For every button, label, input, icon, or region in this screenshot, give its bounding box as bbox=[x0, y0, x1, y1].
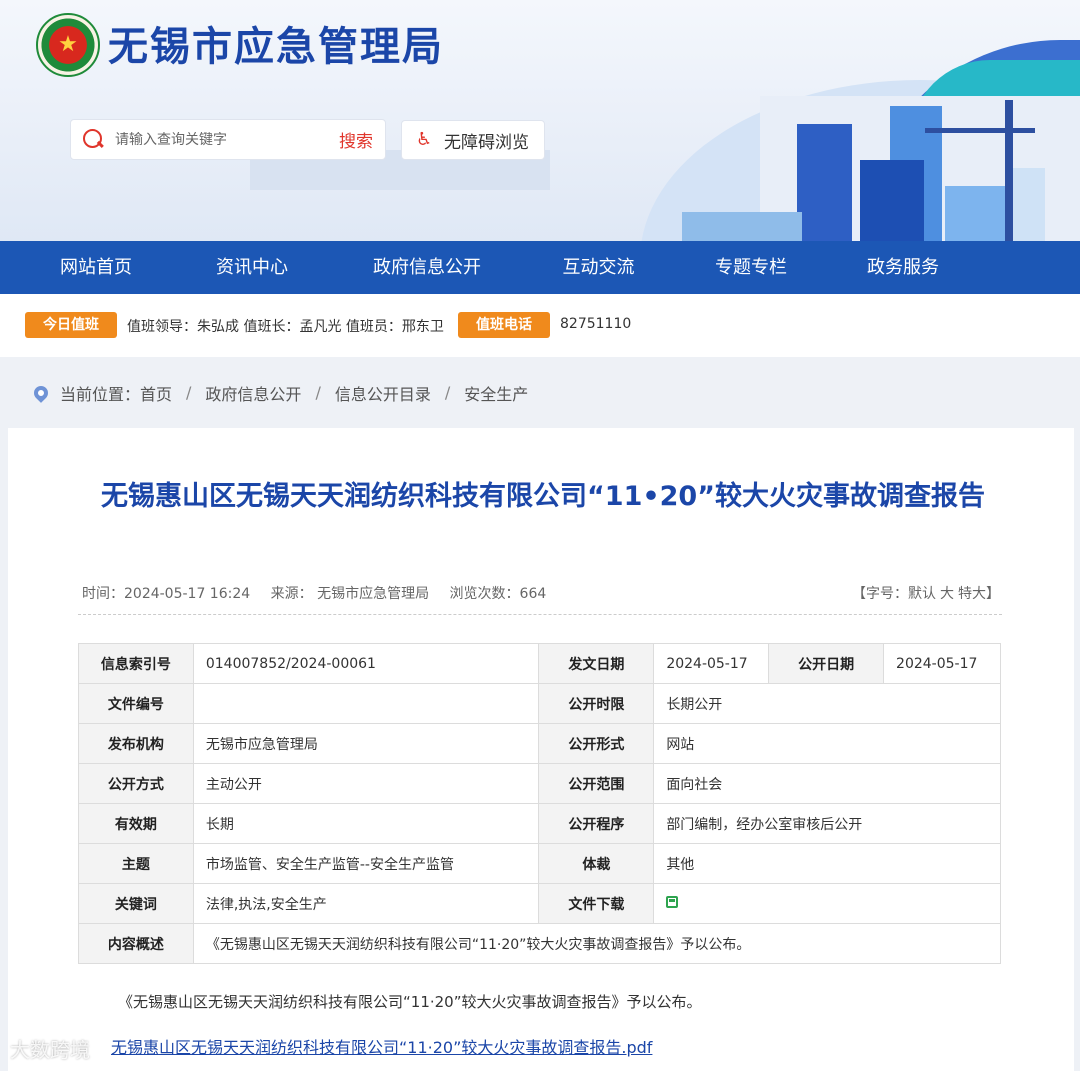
breadcrumb-catalog[interactable]: 信息公开目录 bbox=[335, 381, 431, 405]
table-key: 公开时限 bbox=[538, 683, 655, 724]
table-value: 主动公开 bbox=[192, 763, 540, 804]
table-row: 信息索引号 014007852/2024-00061 发文日期 2024-05-… bbox=[78, 643, 1001, 684]
crane-illustration bbox=[1005, 100, 1013, 241]
font-size-prefix: 【字号： bbox=[852, 586, 908, 602]
breadcrumb-separator: / bbox=[315, 383, 321, 402]
download-icon[interactable] bbox=[666, 895, 679, 908]
article-card: 无锡惠山区无锡天天润纺织科技有限公司“11•20”较大火灾事故调查报告 时间：2… bbox=[8, 428, 1074, 1071]
table-value: 无锡市应急管理局 bbox=[192, 723, 540, 764]
breadcrumb-safety[interactable]: 安全生产 bbox=[464, 381, 528, 405]
search-box: 搜索 bbox=[70, 119, 386, 160]
font-size-switcher: 【字号：默认大特大】 bbox=[852, 583, 1000, 603]
table-value bbox=[192, 683, 540, 724]
table-key: 发布机构 bbox=[78, 723, 194, 764]
accessibility-label: 无障碍浏览 bbox=[444, 132, 529, 153]
table-value: 014007852/2024-00061 bbox=[192, 643, 540, 684]
header-banner: ★ 无锡市应急管理局 搜索 ♿ 无障碍浏览 bbox=[0, 0, 1080, 241]
table-row: 关键词 法律,执法,安全生产 文件下载 bbox=[78, 883, 1001, 924]
search-input[interactable] bbox=[115, 131, 325, 148]
info-table: 信息索引号 014007852/2024-00061 发文日期 2024-05-… bbox=[78, 643, 1002, 964]
nav-item-news[interactable]: 资讯中心 bbox=[192, 241, 312, 294]
table-value: 长期 bbox=[192, 803, 540, 844]
search-icon bbox=[83, 128, 105, 151]
duty-phone: 82751110 bbox=[560, 316, 632, 332]
nav-item-home[interactable]: 网站首页 bbox=[0, 241, 192, 294]
table-key: 有效期 bbox=[78, 803, 194, 844]
accessibility-button[interactable]: ♿ 无障碍浏览 bbox=[401, 120, 545, 160]
publish-time: 时间：2024-05-17 16:24 bbox=[82, 586, 251, 602]
table-key: 公开方式 bbox=[78, 763, 194, 804]
table-key: 文件下载 bbox=[538, 883, 655, 924]
table-key: 公开程序 bbox=[538, 803, 655, 844]
table-key: 信息索引号 bbox=[78, 643, 194, 684]
attachment-link[interactable]: 无锡惠山区无锡天天润纺织科技有限公司“11·20”较大火灾事故调查报告.pdf bbox=[111, 1034, 652, 1058]
main-nav: 网站首页 资讯中心 政府信息公开 互动交流 专题专栏 政务服务 bbox=[0, 241, 1080, 294]
breadcrumb-separator: / bbox=[444, 383, 451, 402]
today-duty-text: 值班领导：朱弘成 值班长：孟凡光 值班员：邢东卫 bbox=[127, 319, 444, 335]
nav-item-topics[interactable]: 专题专栏 bbox=[655, 241, 847, 294]
table-key: 公开日期 bbox=[768, 643, 885, 684]
table-value: 面向社会 bbox=[653, 763, 1001, 804]
breadcrumb-gov-info[interactable]: 政府信息公开 bbox=[205, 381, 301, 405]
table-row: 主题 市场监管、安全生产监管--安全生产监管 体裁 其他 bbox=[78, 843, 1001, 884]
search-button[interactable]: 搜索 bbox=[339, 127, 373, 152]
table-value: 其他 bbox=[653, 843, 1001, 884]
font-size-default[interactable]: 默认 bbox=[908, 586, 936, 602]
table-row: 有效期 长期 公开程序 部门编制，经办公室审核后公开 bbox=[78, 803, 1001, 844]
table-row: 发布机构 无锡市应急管理局 公开形式 网站 bbox=[78, 723, 1001, 764]
today-duty-tag: 今日值班 bbox=[25, 312, 117, 338]
table-key: 内容概述 bbox=[78, 923, 194, 964]
nav-item-services[interactable]: 政务服务 bbox=[847, 241, 959, 294]
table-key: 关键词 bbox=[78, 883, 194, 924]
table-value: 网站 bbox=[653, 723, 1001, 764]
view-count: 浏览次数：664 bbox=[449, 586, 547, 602]
location-pin-icon bbox=[31, 382, 51, 403]
table-key: 公开形式 bbox=[538, 723, 655, 764]
breadcrumb-prefix: 当前位置： bbox=[60, 384, 141, 404]
building-illustration bbox=[682, 212, 802, 241]
article-title: 无锡惠山区无锡天天润纺织科技有限公司“11•20”较大火灾事故调查报告 bbox=[101, 481, 985, 512]
breadcrumb: 当前位置： 首页 / 政府信息公开 / 信息公开目录 / 安全生产 bbox=[0, 357, 1080, 428]
table-value: 法律,执法,安全生产 bbox=[192, 883, 540, 924]
table-value: 2024-05-17 bbox=[883, 643, 1001, 684]
article-body: 《无锡惠山区无锡天天润纺织科技有限公司“11·20”较大火灾事故调查报告》予以公… bbox=[118, 993, 702, 1011]
table-key: 公开范围 bbox=[538, 763, 655, 804]
font-size-large[interactable]: 大 bbox=[940, 586, 954, 602]
breadcrumb-home[interactable]: 首页 bbox=[140, 381, 172, 405]
wheelchair-icon: ♿ bbox=[416, 129, 433, 150]
nav-item-gov-info[interactable]: 政府信息公开 bbox=[312, 241, 542, 294]
table-key: 主题 bbox=[78, 843, 194, 884]
table-value bbox=[653, 883, 1001, 924]
table-row: 文件编号 公开时限 长期公开 bbox=[78, 683, 1001, 724]
font-size-suffix: 】 bbox=[986, 586, 1000, 602]
table-value: 《无锡惠山区无锡天天润纺织科技有限公司“11·20”较大火灾事故调查报告》予以公… bbox=[192, 923, 1002, 964]
table-row: 公开方式 主动公开 公开范围 面向社会 bbox=[78, 763, 1001, 804]
table-row: 内容概述 《无锡惠山区无锡天天润纺织科技有限公司“11·20”较大火灾事故调查报… bbox=[78, 923, 1002, 964]
table-key: 发文日期 bbox=[538, 643, 655, 684]
table-key: 体裁 bbox=[538, 843, 655, 884]
table-value: 部门编制，经办公室审核后公开 bbox=[653, 803, 1001, 844]
table-key: 文件编号 bbox=[78, 683, 194, 724]
nav-item-interaction[interactable]: 互动交流 bbox=[542, 241, 655, 294]
table-value: 长期公开 bbox=[653, 683, 1001, 724]
watermark: 大数跨境 bbox=[10, 1038, 90, 1062]
source-label: 来源： bbox=[270, 586, 313, 602]
article-meta: 时间：2024-05-17 16:24 来源： 无锡市应急管理局 浏览次数：66… bbox=[82, 583, 562, 603]
building-illustration bbox=[860, 160, 924, 241]
divider bbox=[78, 614, 1002, 615]
building-illustration bbox=[797, 124, 852, 241]
crane-illustration bbox=[925, 128, 1035, 133]
building-illustration bbox=[945, 186, 1005, 241]
duty-phone-tag: 值班电话 bbox=[458, 312, 550, 338]
font-size-xlarge[interactable]: 特大 bbox=[958, 586, 986, 602]
duty-bar: 今日值班 值班领导：朱弘成 值班长：孟凡光 值班员：邢东卫 值班电话 82751… bbox=[0, 294, 1080, 357]
emblem-logo: ★ bbox=[36, 13, 100, 77]
site-title: 无锡市应急管理局 bbox=[108, 24, 444, 70]
table-value: 2024-05-17 bbox=[653, 643, 770, 684]
star-icon: ★ bbox=[58, 32, 78, 57]
table-value: 市场监管、安全生产监管--安全生产监管 bbox=[192, 843, 540, 884]
breadcrumb-separator: / bbox=[186, 383, 192, 402]
source-value: 无锡市应急管理局 bbox=[317, 586, 430, 602]
